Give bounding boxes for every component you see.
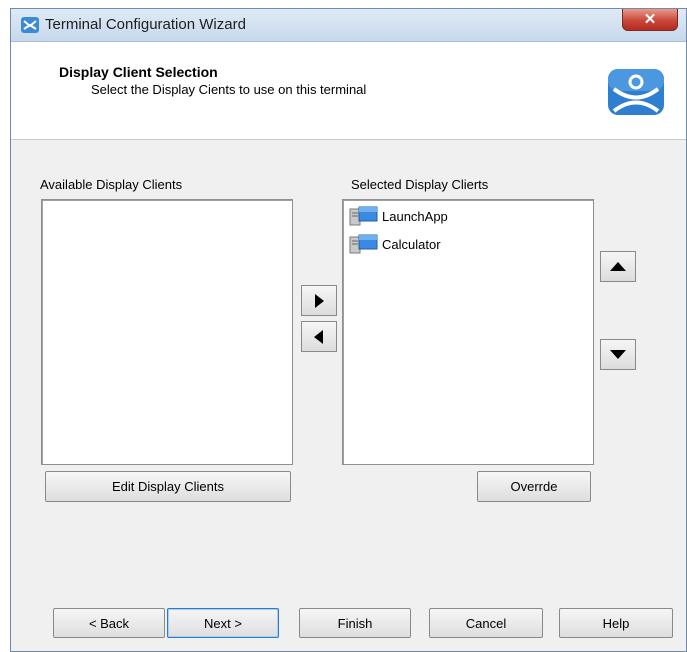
wizard-header: Display Client Selection Select the Disp… — [11, 42, 686, 140]
available-clients-list[interactable] — [41, 199, 293, 465]
remove-client-button[interactable] — [301, 321, 337, 352]
finish-button[interactable]: Finish — [299, 608, 411, 638]
arrow-up-icon — [610, 262, 626, 271]
list-item-calculator[interactable]: Calculator — [348, 233, 441, 255]
add-client-button[interactable] — [301, 285, 337, 316]
list-item-label: Calculator — [382, 236, 441, 252]
page-title: Display Client Selection — [59, 64, 218, 80]
page-subtitle: Select the Display Cients to use on this… — [91, 82, 367, 97]
arrow-right-icon — [315, 293, 324, 308]
window-title: Terminal Configuration Wizard — [45, 16, 246, 33]
move-up-button[interactable] — [600, 251, 636, 282]
selected-clients-label: Selected Display Clierts — [351, 177, 489, 192]
cancel-button[interactable]: Cancel — [429, 608, 543, 638]
list-item-label: LaunchApp — [382, 208, 448, 224]
override-button[interactable]: Overrde — [477, 471, 591, 502]
edit-display-clients-button[interactable]: Edit Display Clients — [45, 471, 291, 502]
close-button[interactable]: ✕ — [622, 9, 678, 31]
arrow-left-icon — [314, 329, 323, 344]
display-client-icon — [349, 206, 378, 226]
wizard-app-icon — [21, 17, 39, 33]
close-icon: ✕ — [643, 11, 657, 28]
available-clients-label: Available Display Clients — [40, 177, 183, 192]
arrow-down-icon — [610, 350, 626, 359]
display-client-icon — [349, 234, 378, 254]
next-button[interactable]: Next > — [167, 608, 279, 638]
help-button[interactable]: Help — [559, 608, 673, 638]
move-down-button[interactable] — [600, 339, 636, 370]
list-item-launchapp[interactable]: LaunchApp — [348, 205, 448, 227]
selected-clients-list[interactable]: LaunchApp Calculator — [342, 199, 594, 465]
back-button[interactable]: < Back — [53, 608, 165, 638]
wizard-window: Terminal Configuration Wizard ✕ Display … — [10, 8, 687, 652]
thinmanager-logo-icon — [608, 69, 664, 115]
title-bar[interactable]: Terminal Configuration Wizard ✕ — [11, 9, 686, 42]
